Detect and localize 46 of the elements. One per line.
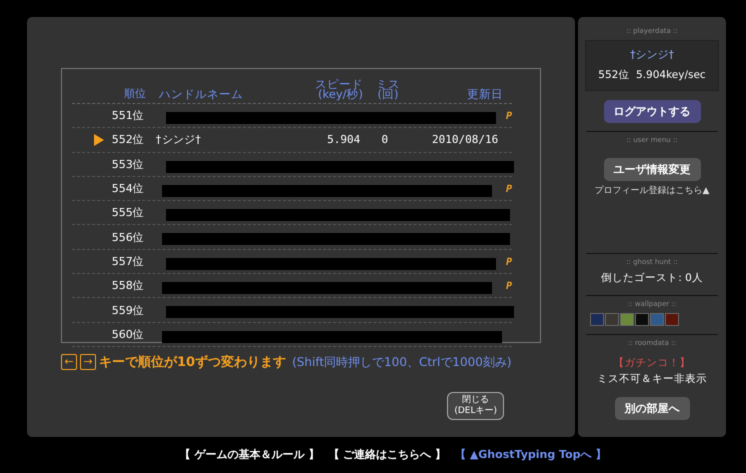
premium-mark: P — [506, 256, 512, 268]
profile-link[interactable]: プロフィール登録はこちら▲ — [594, 184, 710, 197]
premium-mark: P — [506, 184, 512, 196]
edit-profile-button[interactable]: ユーザ情報変更 — [604, 158, 700, 181]
footer-link[interactable]: 【 ご連絡はこちらへ 】 — [328, 447, 446, 462]
speed-cell-text: 5.904 — [326, 133, 360, 146]
wallpaper-swatch[interactable] — [650, 313, 664, 326]
footer-link[interactable]: 【 ▲GhostTyping Topへ 】 — [454, 447, 606, 462]
wallpaper-swatch[interactable] — [605, 313, 619, 326]
wallpaper-swatch[interactable] — [620, 313, 634, 326]
ghost-count: 倒したゴースト: 0人 — [601, 271, 703, 285]
rank-cell-text: 558位 — [112, 278, 145, 294]
key-icon: ← — [61, 354, 77, 370]
column-header: スピード (key/秒) — [314, 79, 363, 103]
column-header: 更新日 — [466, 89, 503, 103]
rank-cell-text: 553位 — [112, 156, 145, 172]
rank-cell-text: 559位 — [112, 302, 145, 318]
player-name: †シンジ† — [629, 47, 675, 62]
logout-button[interactable]: ログアウトする — [604, 100, 700, 123]
rank-cell-text: 557位 — [112, 254, 145, 269]
rank-cell-text: 556位 — [112, 230, 145, 245]
room-mode: 【ガチンコ！】 — [614, 356, 690, 370]
miss-cell-text: 0 — [380, 133, 390, 146]
premium-mark: P — [506, 281, 512, 292]
rank-cell-text: 555位 — [112, 205, 145, 220]
name-cell-text: †シンジ† — [154, 132, 202, 148]
hint-note: (Shift同時押しで100、Ctrlで1000刻み) — [292, 354, 512, 370]
rank-cell-text: 560位 — [112, 326, 145, 342]
column-header: 順位 — [123, 89, 147, 102]
rank-cell-text: 554位 — [112, 181, 145, 196]
room-rule: ミス不可＆キー非表示 — [597, 372, 707, 386]
premium-mark: P — [506, 111, 512, 122]
wallpaper-swatch[interactable] — [635, 313, 649, 326]
hint-text: キーで順位が10ずつ変わります — [99, 354, 286, 371]
change-room-button[interactable]: 別の部屋へ — [614, 397, 690, 420]
rank-cell-text: 551位 — [112, 108, 145, 124]
player-stats: 552位 5.904key/sec — [597, 68, 707, 82]
close-button[interactable]: 閉じる (DELキー) — [447, 392, 504, 420]
wallpaper-swatch[interactable] — [665, 313, 679, 326]
wallpaper-swatch[interactable] — [590, 313, 604, 326]
rank-cell-text: 552位 — [112, 132, 145, 148]
date-cell-text: 2010/08/16 — [430, 133, 498, 146]
column-header: ハンドルネーム — [158, 89, 244, 103]
footer-link[interactable]: 【 ゲームの基本＆ルール 】 — [180, 447, 320, 462]
column-header: ミス (回) — [375, 79, 401, 103]
key-icon: → — [80, 354, 96, 370]
